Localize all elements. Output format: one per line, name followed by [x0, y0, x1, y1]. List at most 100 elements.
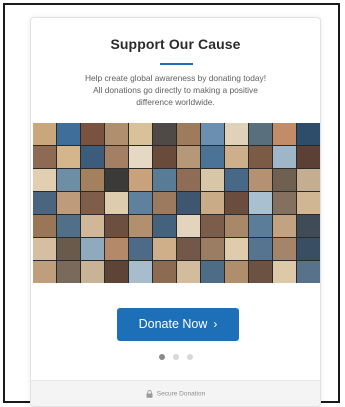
collage-photo: [57, 238, 80, 260]
card-footer: Secure Donation: [31, 380, 320, 406]
collage-photo: [297, 215, 320, 237]
collage-photo: [201, 169, 224, 191]
collage-photo: [273, 238, 296, 260]
collage-photo: [177, 123, 200, 145]
collage-photo: [57, 215, 80, 237]
collage-photo: [81, 146, 104, 168]
chevron-right-icon: ›: [213, 317, 218, 331]
description-line: difference worldwide.: [136, 97, 215, 107]
collage-photo: [81, 169, 104, 191]
carousel-pagination: [31, 354, 320, 360]
collage-photo: [57, 123, 80, 145]
collage-photo: [225, 192, 248, 214]
donate-now-button[interactable]: Donate Now ›: [117, 308, 239, 341]
collage-photo: [249, 169, 272, 191]
collage-photo: [201, 261, 224, 283]
secure-donation-text: Secure Donation: [156, 390, 206, 398]
collage-photo: [129, 238, 152, 260]
collage-photo: [105, 192, 128, 214]
donate-button-label: Donate Now: [138, 317, 208, 331]
collage-photo: [129, 192, 152, 214]
collage-photo: [249, 123, 272, 145]
collage-photo: [129, 123, 152, 145]
collage-photo: [129, 146, 152, 168]
collage-photo: [273, 123, 296, 145]
collage-photo: [81, 261, 104, 283]
collage-photo: [249, 261, 272, 283]
collage-photo: [33, 146, 56, 168]
collage-photo: [177, 192, 200, 214]
collage-photo: [81, 192, 104, 214]
collage-photo: [201, 215, 224, 237]
card-description: Help create global awareness by donating…: [59, 72, 292, 108]
collage-photo: [177, 215, 200, 237]
lock-icon: [146, 390, 153, 398]
collage-photo: [201, 123, 224, 145]
collage-photo: [153, 146, 176, 168]
supporters-photo-collage: [33, 123, 320, 283]
collage-photo: [129, 169, 152, 191]
collage-photo: [129, 215, 152, 237]
collage-photo: [153, 192, 176, 214]
collage-photo: [105, 238, 128, 260]
pagination-dot[interactable]: [158, 354, 165, 360]
collage-photo: [153, 261, 176, 283]
pagination-dot[interactable]: [172, 354, 179, 360]
collage-photo: [297, 123, 320, 145]
collage-photo: [225, 123, 248, 145]
collage-photo: [129, 261, 152, 283]
collage-photo: [33, 169, 56, 191]
collage-photo: [273, 146, 296, 168]
collage-photo: [297, 238, 320, 260]
collage-photo: [177, 261, 200, 283]
collage-photo: [105, 215, 128, 237]
collage-photo: [201, 146, 224, 168]
collage-photo: [225, 215, 248, 237]
collage-photo: [57, 261, 80, 283]
collage-photo: [225, 261, 248, 283]
collage-photo: [177, 238, 200, 260]
card-title: Support Our Cause: [110, 36, 241, 52]
collage-photo: [297, 192, 320, 214]
collage-photo: [225, 169, 248, 191]
collage-photo: [201, 238, 224, 260]
collage-photo: [105, 261, 128, 283]
collage-photo: [153, 215, 176, 237]
collage-photo: [153, 238, 176, 260]
collage-photo: [105, 123, 128, 145]
collage-photo: [33, 123, 56, 145]
collage-photo: [33, 238, 56, 260]
collage-photo: [225, 238, 248, 260]
collage-photo: [249, 215, 272, 237]
collage-photo: [297, 146, 320, 168]
collage-photo: [57, 169, 80, 191]
collage-photo: [105, 146, 128, 168]
collage-photo: [57, 146, 80, 168]
collage-photo: [297, 261, 320, 283]
description-line: Help create global awareness by donating…: [84, 73, 267, 83]
collage-photo: [201, 192, 224, 214]
collage-photo: [273, 169, 296, 191]
collage-photo: [33, 215, 56, 237]
collage-photo: [273, 261, 296, 283]
collage-photo: [105, 169, 128, 191]
collage-photo: [153, 123, 176, 145]
secure-donation-note: Secure Donation: [31, 390, 320, 398]
collage-photo: [33, 192, 56, 214]
collage-photo: [153, 169, 176, 191]
collage-photo: [57, 192, 80, 214]
collage-photo: [225, 146, 248, 168]
collage-photo: [81, 123, 104, 145]
title-underline: [160, 63, 193, 65]
donation-card: Support Our Cause Help create global awa…: [30, 17, 321, 407]
collage-photo: [81, 215, 104, 237]
description-line: All donations go directly to making a po…: [93, 85, 258, 95]
collage-photo: [33, 261, 56, 283]
collage-photo: [177, 169, 200, 191]
pagination-dot[interactable]: [186, 354, 193, 360]
collage-photo: [249, 146, 272, 168]
collage-photo: [177, 146, 200, 168]
collage-photo: [249, 238, 272, 260]
collage-photo: [273, 192, 296, 214]
collage-photo: [81, 238, 104, 260]
